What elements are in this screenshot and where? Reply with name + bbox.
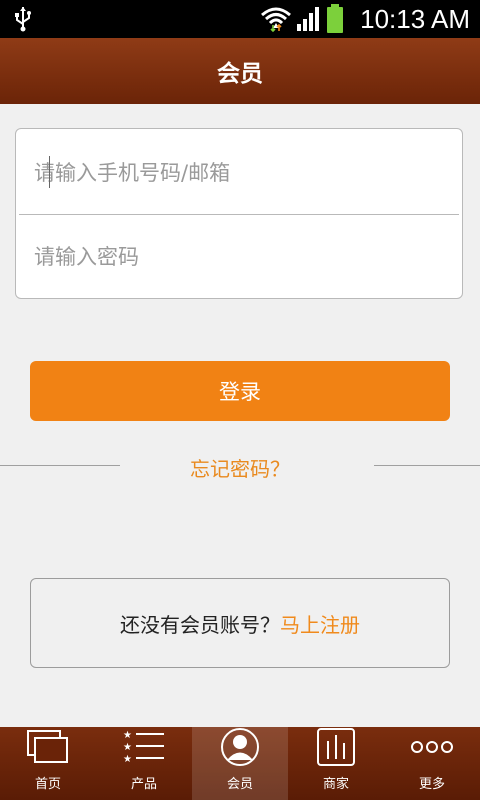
status-bar: 10:13 AM [0,0,480,38]
tab-merchant[interactable]: 商家 [288,727,384,800]
forgot-password-link[interactable]: 忘记密码？ [190,457,290,481]
tab-home[interactable]: 首页 [0,727,96,800]
wifi-icon [261,7,292,33]
merchant-icon [316,727,356,767]
battery-icon [327,4,344,33]
tab-label: 首页 [34,777,61,792]
login-form [15,128,463,299]
login-button[interactable]: 登录 [30,361,450,421]
status-time: 10:13 AM [360,3,470,34]
phone-email-input[interactable] [16,131,462,215]
signal-icon [297,7,320,31]
register-box: 还没有会员账号？ 马上注册 [30,578,450,668]
text-cursor [49,156,50,188]
usb-icon [14,6,32,36]
home-icon [26,727,70,767]
tab-label: 产品 [130,777,157,792]
tab-label: 会员 [226,777,253,792]
tab-more[interactable]: 更多 [384,727,480,800]
product-list-icon: ★ ★ ★ [122,727,166,767]
tab-products[interactable]: ★ ★ ★ 产品 [96,727,192,800]
svg-text:★: ★ [123,754,132,765]
title-bar: 会员 [0,38,480,104]
bottom-tab-bar: 首页 ★ ★ ★ 产品 会员 商家 更多 [0,727,480,800]
register-link[interactable]: 马上注册 [280,609,360,638]
tab-member[interactable]: 会员 [192,727,288,800]
register-prompt: 还没有会员账号？ [120,612,280,637]
more-icon [410,727,454,767]
svg-text:★: ★ [123,730,132,741]
forgot-password-row: 忘记密码？ [0,450,480,484]
password-input[interactable] [16,215,462,299]
tab-label: 商家 [322,777,349,792]
tab-label: 更多 [418,777,445,792]
page-title: 会员 [217,61,263,87]
member-icon [220,727,260,767]
svg-text:★: ★ [123,742,132,753]
